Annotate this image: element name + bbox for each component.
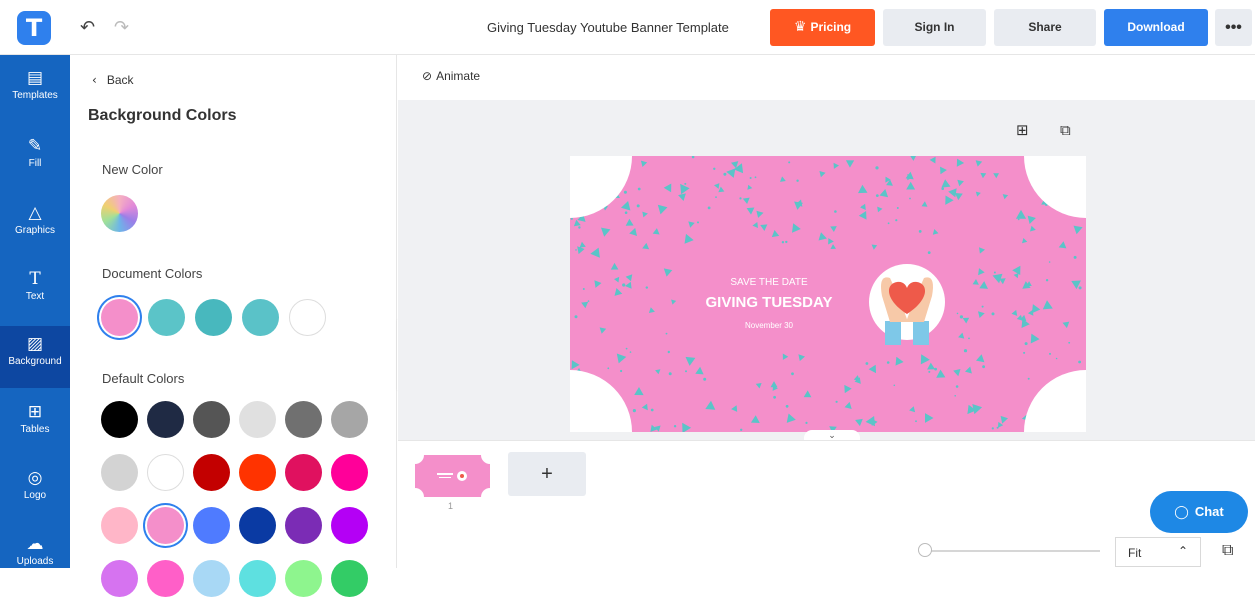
pricing-button[interactable]: ♛ Pricing: [770, 9, 875, 46]
sidebar-item-tables[interactable]: ⊞ Tables: [0, 401, 70, 463]
default-color-swatch[interactable]: [285, 401, 322, 438]
more-options-button[interactable]: •••: [1215, 9, 1252, 46]
default-color-swatch[interactable]: [285, 507, 322, 544]
sidebar-item-graphics[interactable]: △ Graphics: [0, 202, 70, 264]
download-button[interactable]: Download: [1104, 9, 1208, 46]
sidebar-item-templates[interactable]: ▤ Templates: [0, 67, 70, 129]
sidebar-item-label: Background: [8, 356, 62, 367]
sidebar-item-label: Text: [25, 291, 45, 302]
default-color-swatch[interactable]: [193, 401, 230, 438]
background-icon: ▨: [26, 334, 44, 354]
default-color-swatch[interactable]: [239, 454, 276, 491]
pages-overview-icon[interactable]: ⧉: [1222, 540, 1242, 560]
document-color-swatch[interactable]: [148, 299, 185, 336]
left-navigation: ▤ Templates ✎ Fill △ Graphics T Text ▨ B…: [0, 55, 70, 568]
default-color-swatch[interactable]: [193, 507, 230, 544]
sidebar-item-uploads[interactable]: ☁ Uploads: [0, 533, 70, 568]
default-color-swatch[interactable]: [331, 560, 368, 597]
sidebar-item-label: Fill: [28, 158, 42, 169]
page-thumbnail-preview: [415, 455, 490, 497]
sidebar-item-text[interactable]: T Text: [0, 268, 70, 330]
animate-label: Animate: [436, 69, 481, 83]
pricing-label: Pricing: [810, 20, 852, 34]
design-canvas[interactable]: SAVE THE DATE GIVING TUESDAY November 30: [570, 156, 1086, 432]
default-color-swatch[interactable]: [147, 454, 184, 491]
sign-in-button[interactable]: Sign In: [883, 9, 986, 46]
templates-icon: ▤: [26, 68, 44, 88]
zoom-select[interactable]: Fit ⌃: [1115, 537, 1201, 567]
document-title[interactable]: Giving Tuesday Youtube Banner Template: [487, 20, 729, 35]
default-color-swatch[interactable]: [147, 560, 184, 597]
animate-icon: ⊘: [422, 69, 433, 83]
default-color-swatch[interactable]: [285, 454, 322, 491]
default-color-swatch[interactable]: [239, 560, 276, 597]
default-color-swatch[interactable]: [239, 401, 276, 438]
default-colors-label: Default Colors: [102, 371, 185, 386]
document-color-swatch[interactable]: [289, 299, 326, 336]
chat-label: Chat: [1194, 504, 1224, 519]
default-color-swatch[interactable]: [147, 507, 184, 544]
chevron-up-icon: ⌃: [1177, 544, 1188, 558]
new-color-label: New Color: [102, 162, 163, 177]
animate-toolbar: ⊘ Animate: [398, 55, 1255, 100]
text-icon: T: [29, 269, 41, 289]
table-icon: ⊞: [27, 402, 43, 422]
sidebar-item-background[interactable]: ▨ Background: [0, 326, 70, 388]
chevron-left-icon: ‹: [92, 73, 97, 87]
redo-icon[interactable]: ↷: [114, 17, 129, 38]
logo-icon: ◎: [27, 468, 43, 488]
new-color-swatch[interactable]: [101, 195, 138, 232]
document-colors-label: Document Colors: [102, 266, 203, 281]
default-color-swatch[interactable]: [331, 454, 368, 491]
default-color-swatch[interactable]: [193, 454, 230, 491]
default-color-swatch[interactable]: [101, 454, 138, 491]
default-color-swatch[interactable]: [101, 401, 138, 438]
zoom-slider-handle[interactable]: [918, 543, 932, 557]
undo-icon[interactable]: ↶: [80, 17, 95, 38]
default-color-swatch[interactable]: [331, 507, 368, 544]
background-colors-panel: ‹ Back Background Colors New Color Docume…: [70, 55, 397, 597]
sidebar-item-label: Tables: [20, 424, 50, 435]
sidebar-item-label: Logo: [23, 490, 47, 501]
sidebar-item-label: Graphics: [14, 225, 55, 236]
top-bar: T ↶ ↷ Giving Tuesday Youtube Banner Temp…: [0, 0, 1255, 55]
page-number: 1: [448, 501, 454, 511]
duplicate-page-icon[interactable]: ⧉: [1060, 121, 1071, 139]
document-color-swatch[interactable]: [101, 299, 138, 336]
back-button[interactable]: ‹ Back: [92, 73, 134, 87]
add-page-icon[interactable]: ⊞: [1016, 121, 1029, 139]
zoom-slider[interactable]: [925, 550, 1100, 552]
chat-bubble-icon: ◯: [1174, 505, 1189, 520]
save-the-date-text: SAVE THE DATE: [730, 277, 808, 288]
app-logo[interactable]: T: [17, 11, 51, 45]
default-color-swatch[interactable]: [285, 560, 322, 597]
page-thumbnail[interactable]: [415, 455, 490, 497]
brush-icon: ✎: [27, 136, 43, 156]
sidebar-item-label: Uploads: [16, 556, 54, 567]
november-date-text: November 30: [745, 321, 794, 330]
document-color-swatch[interactable]: [242, 299, 279, 336]
default-color-swatch[interactable]: [193, 560, 230, 597]
sidebar-item-label: Templates: [12, 90, 58, 101]
sidebar-item-logo[interactable]: ◎ Logo: [0, 467, 70, 529]
crown-icon: ♛: [793, 19, 807, 35]
default-color-swatch[interactable]: [239, 507, 276, 544]
upload-icon: ☁: [26, 534, 44, 554]
default-color-swatch[interactable]: [147, 401, 184, 438]
animate-button[interactable]: ⊘ Animate: [422, 69, 480, 83]
default-color-swatch[interactable]: [101, 560, 138, 597]
add-page-button[interactable]: +: [508, 452, 586, 496]
document-color-swatch[interactable]: [195, 299, 232, 336]
share-button[interactable]: Share: [994, 9, 1096, 46]
default-color-swatch[interactable]: [101, 507, 138, 544]
zoom-value: Fit: [1128, 546, 1142, 560]
back-label: Back: [106, 73, 134, 87]
chat-button[interactable]: ◯ Chat: [1150, 491, 1248, 533]
banner-artwork: SAVE THE DATE GIVING TUESDAY November 30: [570, 156, 1086, 432]
panel-title: Background Colors: [88, 107, 237, 124]
shapes-icon: △: [28, 203, 42, 223]
giving-tuesday-text: GIVING TUESDAY: [706, 294, 833, 311]
default-color-swatch[interactable]: [331, 401, 368, 438]
sidebar-item-fill[interactable]: ✎ Fill: [0, 135, 70, 197]
